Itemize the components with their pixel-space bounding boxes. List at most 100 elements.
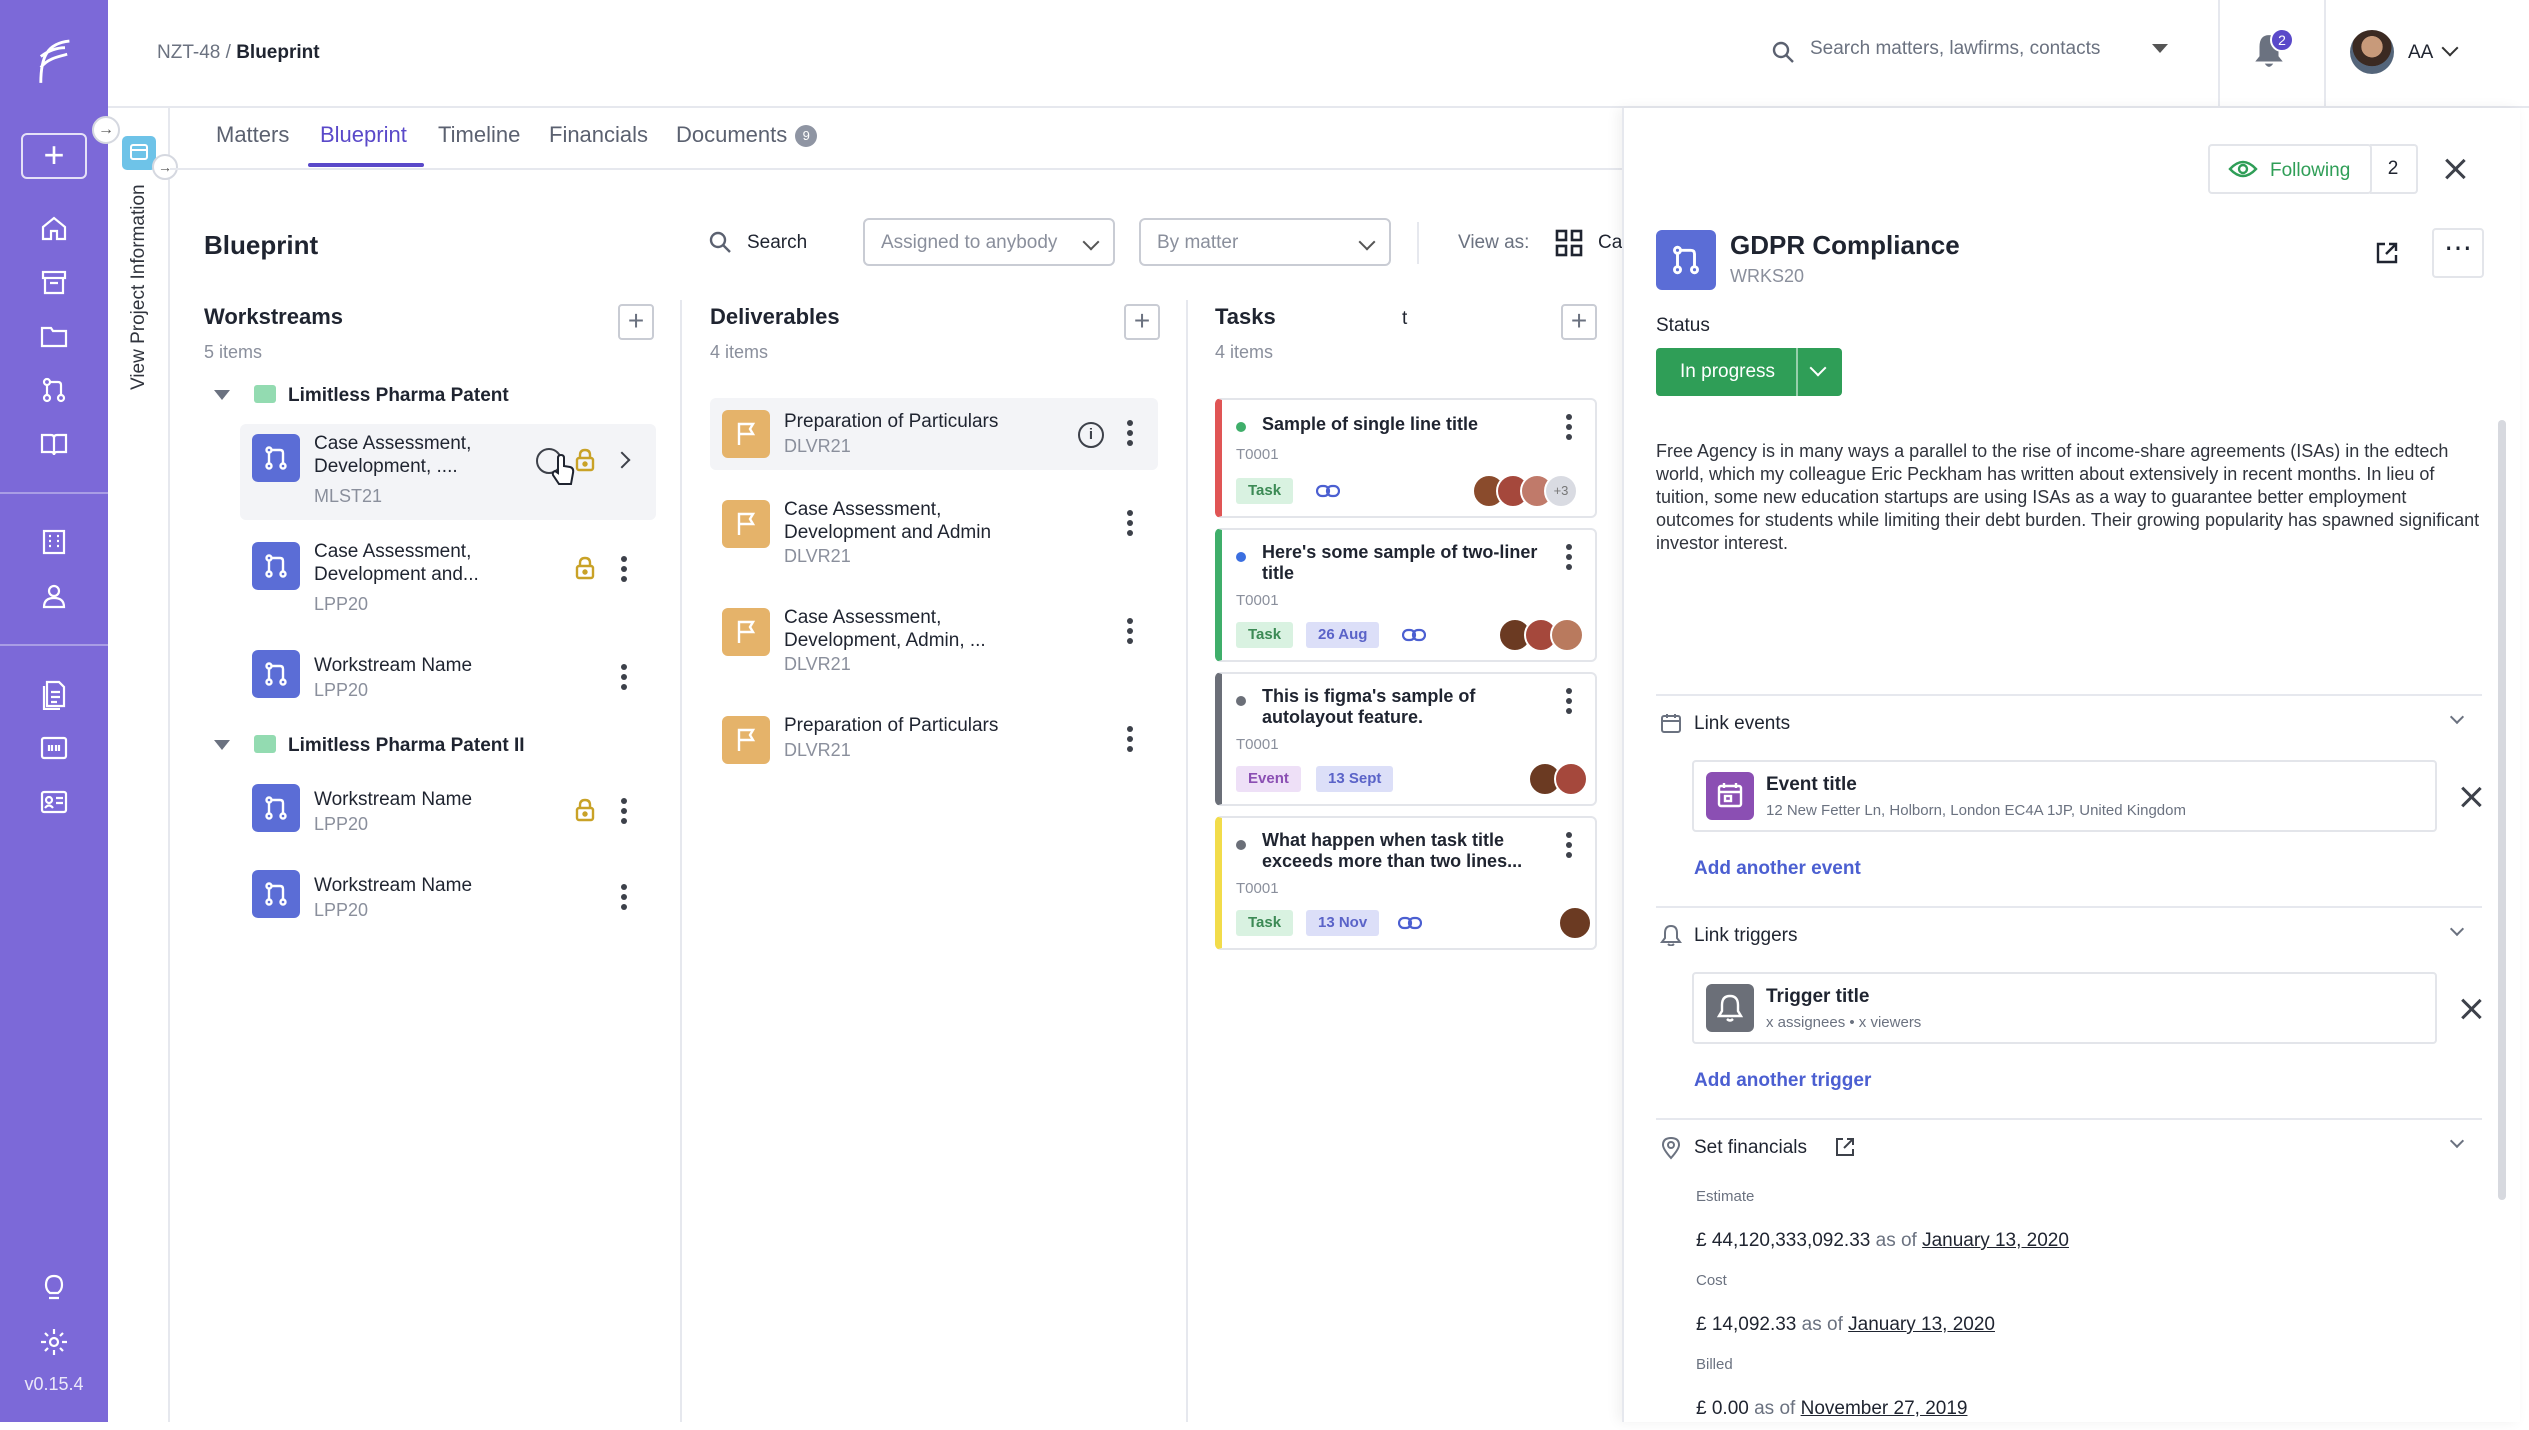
- open-external-icon[interactable]: [1834, 1136, 1856, 1158]
- deliverable-item[interactable]: Case Assessment, Development, Admin, ...…: [710, 594, 1158, 690]
- more-options-icon[interactable]: [1565, 414, 1573, 444]
- linked-event-card[interactable]: Event title 12 New Fetter Ln, Holborn, L…: [1692, 760, 2437, 832]
- close-panel-icon[interactable]: [2444, 158, 2466, 180]
- home-icon[interactable]: [34, 208, 74, 248]
- global-search-input[interactable]: Search matters, lawfirms, contacts: [1810, 38, 2100, 60]
- user-avatar[interactable]: [2350, 30, 2394, 74]
- board-title: Blueprint: [204, 230, 319, 260]
- card-view-grid-icon[interactable]: [1554, 228, 1584, 258]
- cost-row[interactable]: £ 14,092.33 as of January 13, 2020: [1696, 1314, 1995, 1336]
- more-options-icon[interactable]: [1565, 544, 1573, 574]
- more-options-icon[interactable]: [620, 556, 628, 586]
- project-info-icon[interactable]: [122, 136, 156, 170]
- task-card[interactable]: Here's some sample of two-liner title T0…: [1215, 528, 1597, 662]
- documents-icon[interactable]: [34, 674, 74, 714]
- deliverable-item[interactable]: Case Assessment, Development and Admin D…: [710, 486, 1158, 582]
- workstream-item[interactable]: Workstream Name LPP20: [240, 860, 656, 956]
- deliverable-item[interactable]: Preparation of Particulars DLVR21 i: [710, 398, 1158, 470]
- chevron-right-icon[interactable]: [613, 451, 631, 469]
- workstream-group-name[interactable]: Limitless Pharma Patent: [288, 385, 509, 407]
- person-icon[interactable]: [34, 576, 74, 616]
- info-icon[interactable]: i: [1078, 422, 1104, 448]
- link-icon[interactable]: [1315, 484, 1341, 498]
- board-search-icon[interactable]: [708, 230, 734, 256]
- task-card[interactable]: This is figma's sample of autolayout fea…: [1215, 672, 1597, 806]
- billed-date[interactable]: November 27, 2019: [1801, 1398, 1968, 1419]
- link-icon[interactable]: [1397, 916, 1423, 930]
- workflow-icon[interactable]: [34, 370, 74, 410]
- link-icon[interactable]: [1401, 628, 1427, 642]
- more-options-icon[interactable]: [620, 884, 628, 914]
- tab-financials[interactable]: Financials: [549, 122, 648, 148]
- collapse-rail-arrow-icon[interactable]: →: [92, 116, 120, 144]
- tab-timeline[interactable]: Timeline: [438, 122, 520, 148]
- followers-count[interactable]: 2: [2370, 144, 2418, 194]
- remove-trigger-icon[interactable]: [2460, 998, 2482, 1020]
- task-card[interactable]: Sample of single line title T0001 Task +…: [1215, 398, 1597, 518]
- add-workstream-button[interactable]: +: [618, 304, 654, 340]
- more-options-icon[interactable]: [1126, 726, 1134, 756]
- add-button[interactable]: +: [21, 133, 87, 179]
- contact-card-icon[interactable]: [34, 782, 74, 822]
- estimate-row[interactable]: £ 44,120,333,092.33 as of January 13, 20…: [1696, 1230, 2069, 1252]
- tab-matters[interactable]: Matters: [216, 122, 289, 148]
- add-task-button[interactable]: +: [1561, 304, 1597, 340]
- add-another-trigger-link[interactable]: Add another trigger: [1694, 1070, 1871, 1092]
- archive-icon[interactable]: [34, 262, 74, 302]
- estimate-date[interactable]: January 13, 2020: [1922, 1230, 2069, 1251]
- help-bulb-icon[interactable]: [34, 1268, 74, 1308]
- remove-event-icon[interactable]: [2460, 786, 2482, 808]
- folder-icon[interactable]: [34, 316, 74, 356]
- logo-icon[interactable]: [30, 32, 78, 92]
- expand-project-arrow-icon[interactable]: →: [152, 154, 178, 180]
- add-another-event-link[interactable]: Add another event: [1694, 858, 1861, 880]
- workstream-icon: [1656, 230, 1716, 290]
- more-options-icon[interactable]: [620, 798, 628, 828]
- book-icon[interactable]: [34, 424, 74, 464]
- workstream-item[interactable]: Workstream Name LPP20: [240, 640, 656, 736]
- panel-description[interactable]: Free Agency is in many ways a parallel t…: [1656, 440, 2482, 555]
- workstream-group-name[interactable]: Limitless Pharma Patent II: [288, 735, 525, 757]
- following-button[interactable]: Following: [2208, 144, 2372, 194]
- trigger-bell-icon: [1706, 984, 1754, 1032]
- event-title: Event title: [1766, 774, 1857, 795]
- more-options-icon[interactable]: [1565, 688, 1573, 718]
- link-triggers-label: Link triggers: [1694, 925, 1798, 946]
- workstream-item[interactable]: Case Assessment, Development, .... MLST2…: [240, 424, 656, 520]
- more-options-icon[interactable]: [1565, 832, 1573, 862]
- deliverable-item[interactable]: Preparation of Particulars DLVR21: [710, 702, 1158, 774]
- group-filter-value: By matter: [1157, 232, 1239, 253]
- more-options-icon[interactable]: [620, 664, 628, 694]
- cost-date[interactable]: January 13, 2020: [1848, 1314, 1995, 1335]
- more-options-icon[interactable]: [1126, 618, 1134, 648]
- linked-trigger-card[interactable]: Trigger title x assignees • x viewers: [1692, 972, 2437, 1044]
- group-filter-select[interactable]: By matter: [1139, 218, 1391, 266]
- quote-icon[interactable]: [34, 728, 74, 768]
- billed-row[interactable]: £ 0.00 as of November 27, 2019: [1696, 1398, 1967, 1420]
- panel-more-options-icon[interactable]: ⋯: [2432, 228, 2484, 278]
- assigned-filter-select[interactable]: Assigned to anybody: [863, 218, 1115, 266]
- workstream-item[interactable]: Case Assessment, Development and... LPP2…: [240, 532, 656, 628]
- task-card[interactable]: What happen when task title exceeds more…: [1215, 816, 1597, 950]
- collapse-group-caret-icon[interactable]: [214, 390, 230, 400]
- user-initials[interactable]: AA: [2408, 42, 2433, 64]
- add-deliverable-button[interactable]: +: [1124, 304, 1160, 340]
- task-title: What happen when task title exceeds more…: [1262, 830, 1523, 871]
- breadcrumb-parent[interactable]: NZT-48 /: [157, 42, 231, 63]
- view-as-value[interactable]: Ca: [1598, 232, 1622, 254]
- more-options-icon[interactable]: [1126, 510, 1134, 540]
- search-dropdown-chevron-icon[interactable]: [2152, 44, 2168, 54]
- open-external-icon[interactable]: [2374, 240, 2400, 266]
- more-options-icon[interactable]: [1126, 420, 1134, 450]
- collapse-group-caret-icon[interactable]: [214, 740, 230, 750]
- panel-scrollbar[interactable]: [2498, 420, 2506, 1200]
- tab-documents[interactable]: Documents 9: [676, 122, 818, 148]
- notifications-bell-icon[interactable]: 2: [2252, 28, 2294, 72]
- status-select[interactable]: In progress: [1656, 348, 1842, 396]
- workstream-item[interactable]: Workstream Name LPP20: [240, 774, 656, 870]
- tab-blueprint[interactable]: Blueprint: [320, 122, 407, 148]
- board-search-input[interactable]: Search: [747, 232, 807, 254]
- settings-gear-icon[interactable]: [34, 1322, 74, 1362]
- building-icon[interactable]: [34, 522, 74, 562]
- view-project-information-label[interactable]: View Project Information: [128, 184, 150, 390]
